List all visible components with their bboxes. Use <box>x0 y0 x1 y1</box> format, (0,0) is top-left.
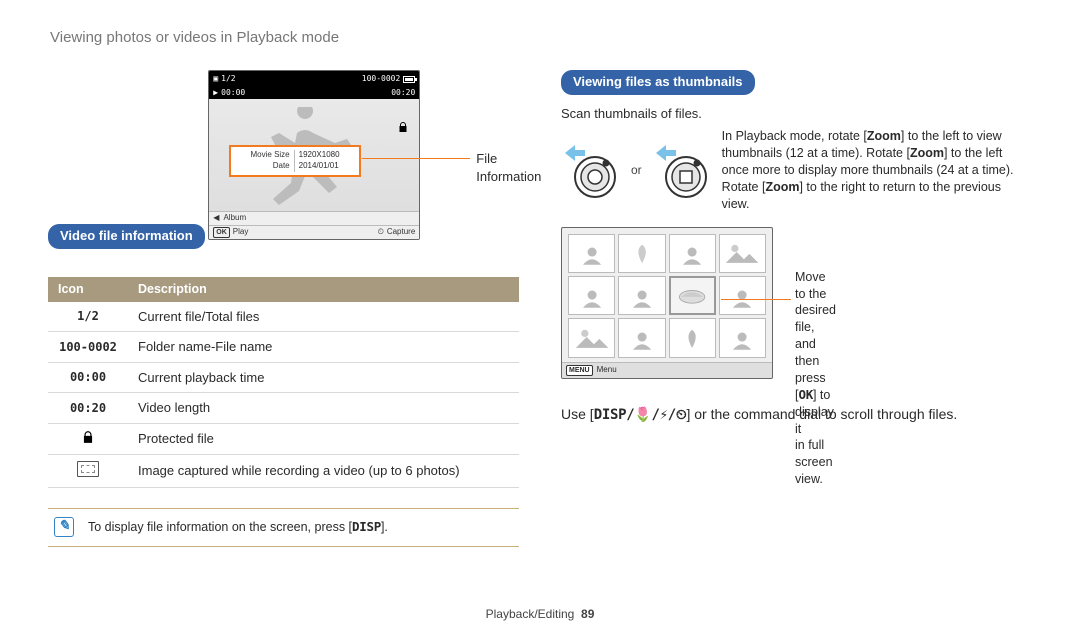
thumb-cell-selected <box>669 276 716 315</box>
section-heading-left: Video file information <box>48 224 205 249</box>
play-icon: ▶ <box>213 88 218 99</box>
col-icon: Icon <box>48 277 128 302</box>
album-label: Album <box>223 213 246 224</box>
left-arrow-icon: ◀ <box>213 213 219 224</box>
or-label: or <box>631 162 642 178</box>
thumb-cell <box>669 318 716 357</box>
note-block: ✎ To display file information on the scr… <box>48 508 519 547</box>
menu-badge: MENU <box>566 365 593 376</box>
callout-connector <box>721 299 791 300</box>
table-row: 00:20Video length <box>48 393 519 424</box>
thumb-cell <box>568 318 615 357</box>
disp-key: DISP <box>352 519 381 534</box>
menu-label: Menu <box>597 365 617 376</box>
col-description: Description <box>128 277 519 302</box>
zoom-dial-left-2 <box>652 141 712 201</box>
note-icon: ✎ <box>54 517 74 537</box>
file-info-overlay: Movie Size 1920X1080 Date 2014/01/01 <box>229 145 361 177</box>
file-counter: 1/2 <box>221 74 235 85</box>
battery-icon <box>403 76 415 83</box>
section-heading-right: Viewing files as thumbnails <box>561 70 755 95</box>
callout-connector <box>362 158 470 159</box>
video-length: 00:20 <box>391 88 415 99</box>
thumb-cell <box>618 276 665 315</box>
movie-icon: ▣ <box>213 74 218 85</box>
thumb-cell <box>719 276 766 315</box>
timer-icon: ⏲ <box>378 227 384 238</box>
page-footer: Playback/Editing 89 <box>0 606 1080 622</box>
callout-file-information: File Information <box>476 150 541 185</box>
zoom-instructions: In Playback mode, rotate [Zoom] to the l… <box>722 128 1032 212</box>
table-row: 1/2Current file/Total files <box>48 302 519 332</box>
playback-time: 00:00 <box>221 88 245 99</box>
ok-badge: OK <box>213 227 230 238</box>
capture-label: Capture <box>387 227 415 238</box>
thumb-cell <box>618 234 665 273</box>
thumb-cell <box>719 234 766 273</box>
table-row: 00:00Current playback time <box>48 362 519 393</box>
thumb-cell <box>719 318 766 357</box>
thumbnail-lcd-mock: MENU Menu <box>561 227 773 379</box>
thumb-cell <box>669 234 716 273</box>
lock-icon <box>397 121 409 138</box>
callout-thumbnail: Move to the desired file, and then press… <box>795 269 836 488</box>
table-row: Image captured while recording a video (… <box>48 455 519 488</box>
thumb-cell <box>618 318 665 357</box>
file-code: 100-0002 <box>362 74 401 85</box>
video-lcd-mock: ▣ 1/2 100-0002 ▶ 00:00 00:20 <box>208 70 420 240</box>
play-label: Play <box>233 227 249 238</box>
page-title: Viewing photos or videos in Playback mod… <box>50 28 1032 48</box>
thumb-cell <box>568 234 615 273</box>
thumb-cell <box>568 276 615 315</box>
subtitle: Scan thumbnails of files. <box>561 105 1032 123</box>
lock-icon <box>81 433 95 447</box>
table-row: Protected file <box>48 423 519 454</box>
table-row: 100-0002Folder name-File name <box>48 332 519 363</box>
icon-description-table: Icon Description 1/2Current file/Total f… <box>48 277 519 488</box>
captured-image-icon <box>77 461 99 477</box>
zoom-dial-left <box>561 141 621 201</box>
